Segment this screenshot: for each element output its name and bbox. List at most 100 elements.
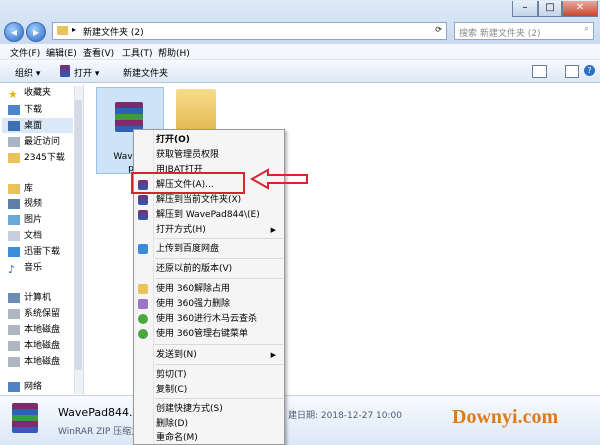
open-button[interactable]: 打开 ▾ <box>74 66 99 79</box>
nav-item-disk[interactable]: 本地磁盘 <box>24 323 74 337</box>
preview-pane-icon[interactable] <box>565 65 579 78</box>
menu-separator <box>155 344 283 345</box>
forward-button[interactable]: ▸ <box>26 22 46 42</box>
folder-icon <box>8 153 20 163</box>
ctx-upload-baidu[interactable]: 上传到百度网盘 <box>156 242 219 256</box>
download-folder-icon <box>8 105 20 115</box>
menu-separator <box>155 238 283 239</box>
ctx-admin[interactable]: 获取管理员权限 <box>156 148 219 162</box>
highlight-box <box>131 172 245 194</box>
menu-separator <box>155 364 283 365</box>
nav-item-2345[interactable]: 2345下载 <box>24 151 74 165</box>
details-file-type: WinRAR ZIP 压缩文 <box>58 427 141 437</box>
pictures-icon <box>8 215 20 225</box>
refresh-icon[interactable]: ⟳ <box>435 25 442 34</box>
drive-icon <box>8 325 20 335</box>
ctx-create-shortcut[interactable]: 创建快捷方式(S) <box>156 402 223 416</box>
ctx-360-scan[interactable]: 使用 360进行木马云查杀 <box>156 312 257 326</box>
ctx-360-manage[interactable]: 使用 360管理右键菜单 <box>156 327 248 341</box>
winrar-icon <box>138 195 148 205</box>
back-button[interactable]: ◂ <box>4 22 24 42</box>
ctx-extract-here[interactable]: 解压到当前文件夹(X) <box>156 193 241 207</box>
nav-network[interactable]: 网络 <box>24 380 74 394</box>
nav-item-recent[interactable]: 最近访问 <box>24 135 74 149</box>
menu-edit[interactable]: 编辑(E) <box>46 46 77 59</box>
details-pane: WavePad844.zip WinRAR ZIP 压缩文 建日期: 2018-… <box>0 395 600 445</box>
ctx-cut[interactable]: 剪切(T) <box>156 368 187 382</box>
shred-icon <box>138 299 148 309</box>
nav-item-downloads[interactable]: 下载 <box>24 103 74 117</box>
submenu-arrow-icon: ▶ <box>270 226 276 234</box>
minimize-button[interactable]: – <box>512 1 538 17</box>
nav-item-thunder[interactable]: 迅雷下载 <box>24 245 74 259</box>
ctx-open[interactable]: 打开(O) <box>156 133 190 147</box>
nav-item-disk[interactable]: 本地磁盘 <box>24 355 74 369</box>
ctx-rename[interactable]: 重命名(M) <box>156 431 198 445</box>
baidu-netdisk-icon <box>138 244 148 254</box>
menu-separator <box>155 258 283 259</box>
menu-file[interactable]: 文件(F) <box>10 46 40 59</box>
folder-icon[interactable] <box>176 89 216 131</box>
nav-library[interactable]: 库 <box>24 182 74 196</box>
command-bar: 组织 ▾ 打开 ▾ 新建文件夹 ? <box>0 61 600 83</box>
maximize-button[interactable]: □ <box>538 1 562 17</box>
search-icon: ⌕ <box>583 24 589 34</box>
watermark: Downyi.com <box>452 406 559 428</box>
nav-item-disk[interactable]: 本地磁盘 <box>24 339 74 353</box>
menu-separator <box>155 278 283 279</box>
nav-item-music[interactable]: 音乐 <box>24 261 74 275</box>
breadcrumb[interactable]: 新建文件夹 (2) <box>83 25 144 38</box>
ctx-delete[interactable]: 删除(D) <box>156 417 188 431</box>
new-folder-button[interactable]: 新建文件夹 <box>123 66 168 79</box>
music-icon: ♪ <box>8 263 16 276</box>
drive-icon <box>8 357 20 367</box>
menu-help[interactable]: 帮助(H) <box>158 46 190 59</box>
library-icon <box>8 184 20 194</box>
ctx-send-to[interactable]: 发送到(N) <box>156 348 197 362</box>
pointer-arrow-icon <box>250 168 308 190</box>
navigation-pane: ★ 收藏夹 下载 桌面 最近访问 2345下载 库 视频 图片 文档 迅雷下载 … <box>0 84 84 395</box>
network-icon <box>8 382 20 392</box>
nav-item-videos[interactable]: 视频 <box>24 197 74 211</box>
search-input[interactable]: 搜索 新建文件夹 (2) ⌕ <box>454 22 594 40</box>
view-options-icon[interactable] <box>532 65 547 78</box>
ctx-restore-versions[interactable]: 还原以前的版本(V) <box>156 262 232 276</box>
nav-item-documents[interactable]: 文档 <box>24 229 74 243</box>
drive-icon <box>8 341 20 351</box>
desktop-icon <box>8 121 20 131</box>
nav-item-pictures[interactable]: 图片 <box>24 213 74 227</box>
drive-icon <box>8 309 20 319</box>
video-icon <box>8 199 20 209</box>
ctx-open-with[interactable]: 打开方式(H) <box>156 223 206 237</box>
documents-icon <box>8 231 20 241</box>
organize-button[interactable]: 组织 ▾ <box>15 66 40 79</box>
thunder-icon <box>8 247 20 257</box>
nav-scrollbar-thumb[interactable] <box>75 100 82 370</box>
computer-icon <box>8 293 20 303</box>
recent-places-icon <box>8 137 20 147</box>
menu-separator <box>155 398 283 399</box>
ctx-extract-to-folder[interactable]: 解压到 WavePad844\(E) <box>156 208 260 222</box>
360-shield-icon <box>138 329 148 339</box>
ctx-360-unlock[interactable]: 使用 360解除占用 <box>156 282 230 296</box>
menu-bar: 文件(F) 编辑(E) 查看(V) 工具(T) 帮助(H) <box>0 44 600 60</box>
nav-item-system[interactable]: 系统保留 <box>24 307 74 321</box>
star-icon: ★ <box>8 88 18 101</box>
close-button[interactable]: ✕ <box>562 1 598 17</box>
winrar-archive-icon <box>115 102 143 132</box>
breadcrumb-chevron-icon[interactable]: ▸ <box>72 25 76 34</box>
nav-favorites[interactable]: 收藏夹 <box>24 86 74 100</box>
help-icon[interactable]: ? <box>584 65 595 76</box>
winrar-icon <box>138 210 148 220</box>
menu-tools[interactable]: 工具(T) <box>122 46 153 59</box>
ctx-copy[interactable]: 复制(C) <box>156 383 187 397</box>
winrar-icon <box>60 65 70 77</box>
360-shield-icon <box>138 314 148 324</box>
unlock-icon <box>138 284 148 294</box>
nav-computer[interactable]: 计算机 <box>24 291 74 305</box>
ctx-360-delete[interactable]: 使用 360强力删除 <box>156 297 230 311</box>
menu-view[interactable]: 查看(V) <box>83 46 114 59</box>
nav-item-desktop[interactable]: 桌面 <box>24 119 74 133</box>
address-bar[interactable]: ▸ 新建文件夹 (2) ⟳ <box>52 22 447 40</box>
winrar-archive-icon <box>12 403 38 433</box>
